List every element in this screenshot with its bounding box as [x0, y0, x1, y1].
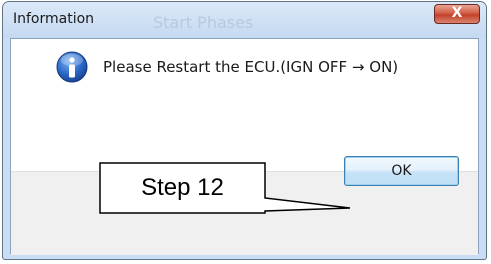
step-callout	[99, 162, 351, 214]
step-label: Step 12	[141, 174, 224, 201]
